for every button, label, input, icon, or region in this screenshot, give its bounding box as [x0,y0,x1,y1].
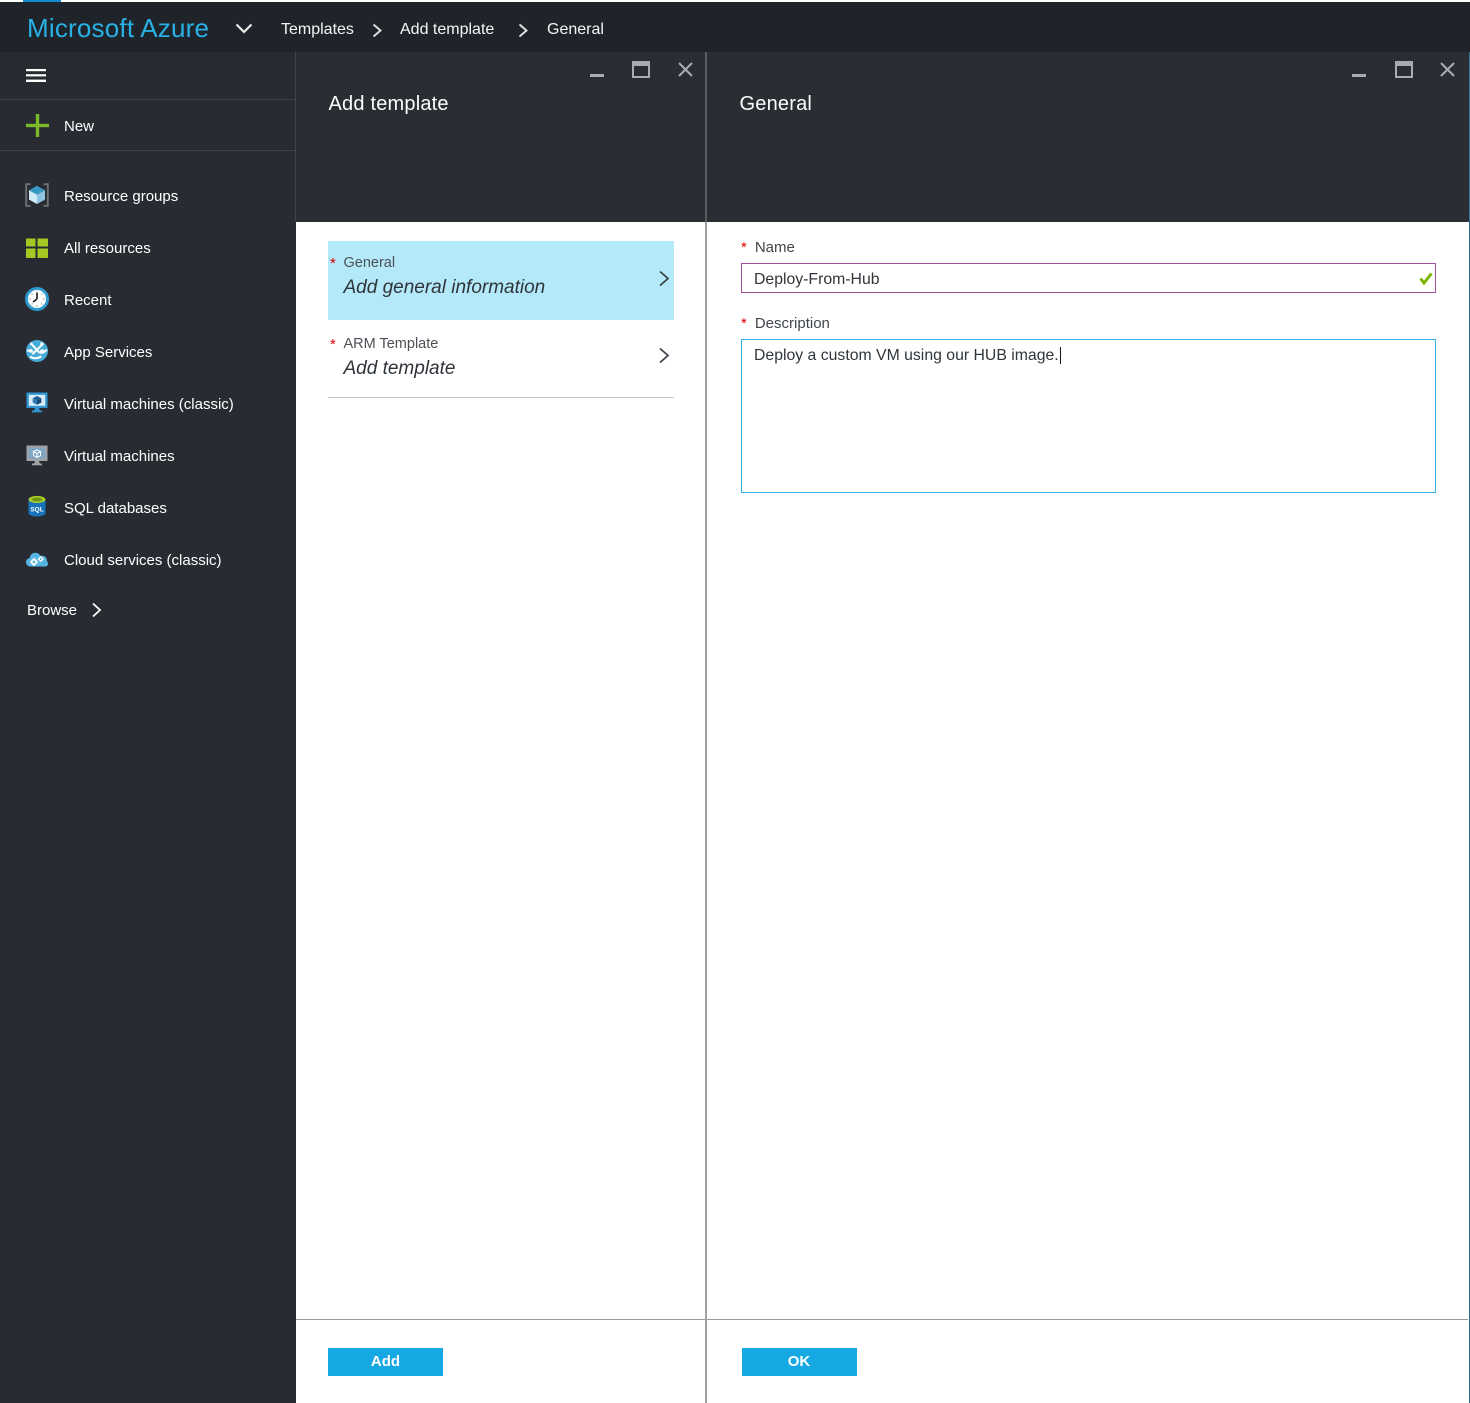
svg-text:SQL: SQL [30,507,43,514]
